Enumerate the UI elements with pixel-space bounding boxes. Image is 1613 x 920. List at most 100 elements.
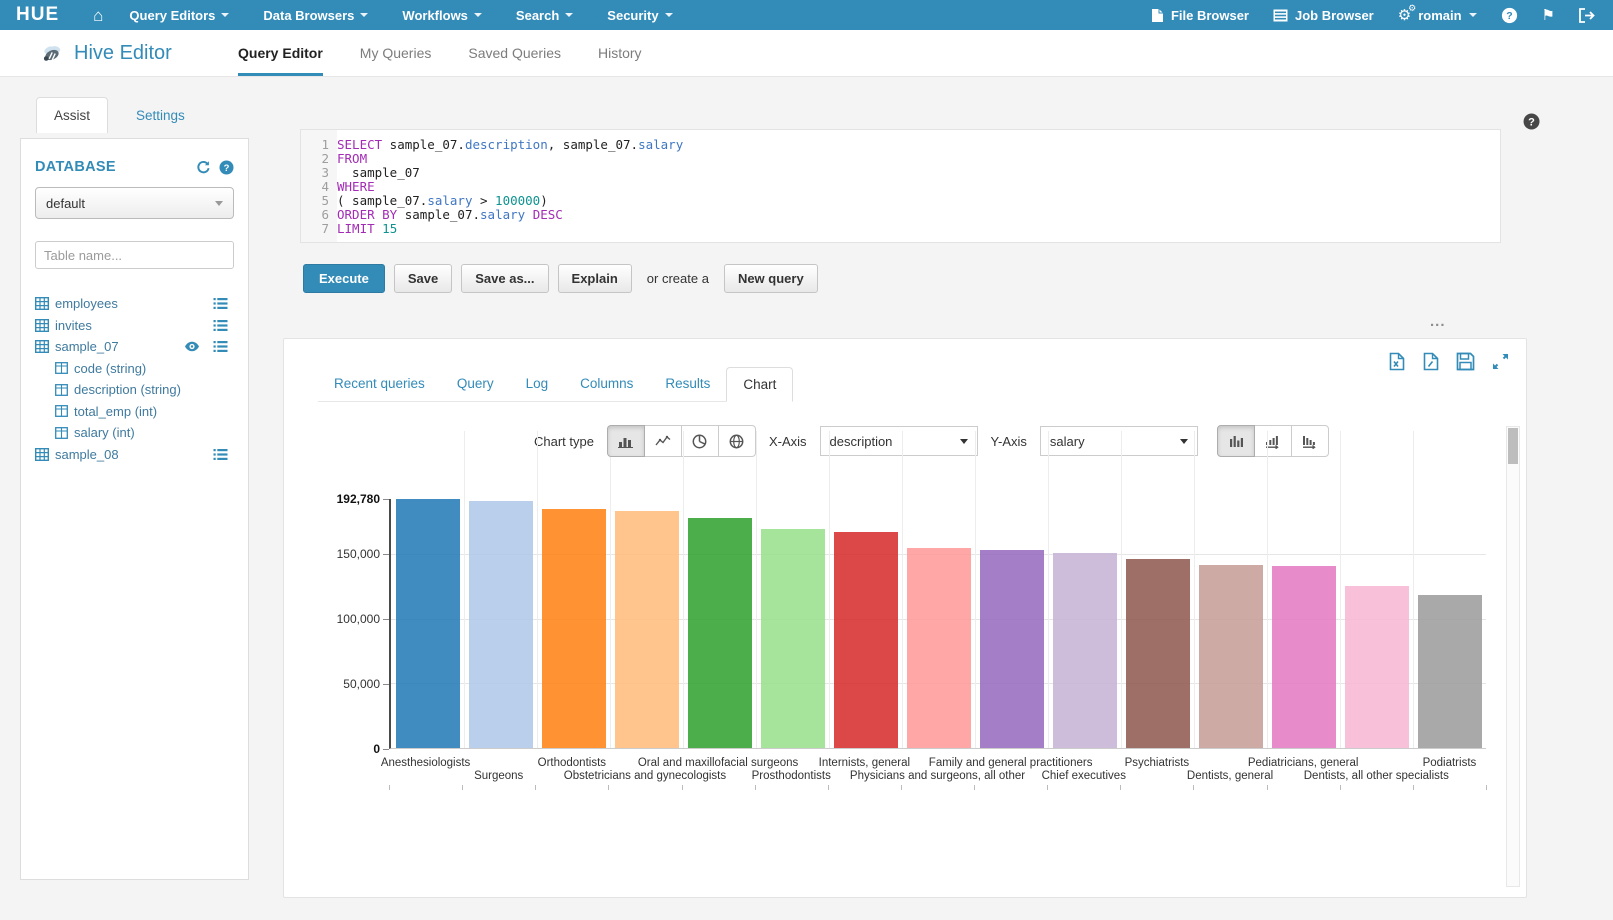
tab-query[interactable]: Query bbox=[441, 367, 510, 401]
code-line: 7LIMIT 15 bbox=[301, 222, 1500, 236]
file-browser-button[interactable]: File Browser bbox=[1151, 8, 1249, 23]
tab-saved-queries[interactable]: Saved Queries bbox=[468, 30, 561, 76]
tab-query-editor[interactable]: Query Editor bbox=[238, 30, 323, 76]
x-tick-mark bbox=[1340, 785, 1341, 790]
tab-settings[interactable]: Settings bbox=[108, 98, 185, 133]
download-excel-icon[interactable] bbox=[1388, 352, 1406, 371]
vertical-gridline bbox=[1121, 431, 1122, 748]
chevron-down-icon bbox=[960, 439, 968, 444]
column-row-salary-int[interactable]: salary (int) bbox=[35, 422, 234, 444]
nav-data-browsers[interactable]: Data Browsers bbox=[263, 8, 368, 23]
x-tick-label: Orthodontists bbox=[538, 757, 606, 769]
table-row-actions bbox=[213, 319, 234, 332]
vertical-gridline bbox=[902, 431, 903, 748]
table-row-invites[interactable]: invites bbox=[35, 315, 234, 337]
line-number: 3 bbox=[301, 166, 337, 180]
sign-out-button[interactable] bbox=[1579, 8, 1595, 23]
table-row-sample-08[interactable]: sample_08 bbox=[35, 444, 234, 466]
job-browser-button[interactable]: Job Browser bbox=[1273, 8, 1374, 23]
user-menu[interactable]: ⚙⚙ romain bbox=[1398, 6, 1477, 24]
code-text[interactable]: ORDER BY sample_07.salary DESC bbox=[337, 208, 563, 222]
preview-eye-icon[interactable] bbox=[184, 341, 200, 352]
sort-none-button[interactable] bbox=[1217, 425, 1255, 457]
y-axis-ticks: 192,780150,000100,00050,0000 bbox=[336, 499, 389, 749]
vertical-gridline bbox=[537, 431, 538, 748]
new-query-button[interactable]: New query bbox=[724, 264, 818, 293]
expand-icon[interactable] bbox=[1491, 352, 1510, 371]
bar-dentists-general bbox=[1199, 565, 1263, 749]
help-circle-icon[interactable]: ? bbox=[219, 160, 234, 175]
chart-scrollbar[interactable] bbox=[1506, 426, 1520, 887]
code-text[interactable]: sample_07 bbox=[337, 166, 420, 180]
column-row-total-emp-int[interactable]: total_emp (int) bbox=[35, 401, 234, 423]
chevron-down-icon bbox=[221, 13, 229, 17]
sort-desc-button[interactable] bbox=[1291, 425, 1329, 457]
scrollbar-thumb[interactable] bbox=[1508, 428, 1518, 464]
execute-button[interactable]: Execute bbox=[303, 264, 385, 293]
panel-resize-handle[interactable]: ... bbox=[1430, 313, 1446, 330]
tab-recent-queries[interactable]: Recent queries bbox=[318, 367, 441, 401]
x-axis-select[interactable]: description bbox=[820, 426, 978, 456]
vertical-gridline bbox=[756, 431, 757, 748]
tab-history[interactable]: History bbox=[598, 30, 642, 76]
chart-type-bars-button[interactable] bbox=[607, 425, 645, 457]
chart-type-pie-button[interactable] bbox=[681, 425, 719, 457]
chart-type-line-button[interactable] bbox=[644, 425, 682, 457]
svg-text:?: ? bbox=[224, 163, 230, 174]
tab-log[interactable]: Log bbox=[510, 367, 565, 401]
table-row-sample-07[interactable]: sample_07 bbox=[35, 336, 234, 358]
nav-workflows[interactable]: Workflows bbox=[402, 8, 482, 23]
refresh-icon[interactable] bbox=[196, 160, 211, 175]
table-row-employees[interactable]: employees bbox=[35, 293, 234, 315]
table-name: sample_08 bbox=[55, 447, 119, 462]
save-results-icon[interactable] bbox=[1456, 352, 1475, 371]
hue-logo[interactable]: HUE bbox=[16, 4, 59, 26]
help-button[interactable]: ? bbox=[1501, 7, 1518, 24]
home-icon[interactable]: ⌂ bbox=[93, 7, 103, 24]
editor-help-button[interactable]: ? bbox=[1523, 113, 1540, 130]
tab-chart[interactable]: Chart bbox=[726, 367, 793, 402]
table-row-actions bbox=[184, 340, 234, 353]
nav-query-editors[interactable]: Query Editors bbox=[129, 8, 229, 23]
code-text[interactable]: WHERE bbox=[337, 180, 375, 194]
code-text[interactable]: ( sample_07.salary > 100000) bbox=[337, 194, 548, 208]
nav-item-label: Security bbox=[607, 8, 658, 23]
column-row-description-string[interactable]: description (string) bbox=[35, 379, 234, 401]
database-select[interactable]: default bbox=[35, 187, 234, 219]
download-csv-icon[interactable] bbox=[1422, 352, 1440, 371]
table-icon bbox=[35, 340, 49, 353]
table-filter-input[interactable] bbox=[35, 241, 234, 269]
nav-security[interactable]: Security bbox=[607, 8, 672, 23]
x-tick-label: Physicians and surgeons, all other bbox=[850, 770, 1025, 782]
explain-button[interactable]: Explain bbox=[558, 264, 632, 293]
x-tick-label: Dentists, all other specialists bbox=[1304, 770, 1449, 782]
table-actions-icon[interactable] bbox=[213, 297, 228, 310]
vertical-gridline bbox=[1194, 431, 1195, 748]
help-icon: ? bbox=[1501, 7, 1518, 24]
tab-my-queries[interactable]: My Queries bbox=[360, 30, 432, 76]
feedback-button[interactable]: ⚑ bbox=[1542, 6, 1555, 24]
tab-columns[interactable]: Columns bbox=[564, 367, 649, 401]
sort-asc-button[interactable] bbox=[1254, 425, 1292, 457]
nav-search[interactable]: Search bbox=[516, 8, 573, 23]
y-axis-select[interactable]: salary bbox=[1040, 426, 1198, 456]
query-toolbar: Execute Save Save as... Explain or creat… bbox=[303, 264, 818, 293]
save-as-button[interactable]: Save as... bbox=[461, 264, 548, 293]
bar-internists-general bbox=[834, 532, 898, 748]
tab-assist[interactable]: Assist bbox=[36, 97, 108, 133]
table-actions-icon[interactable] bbox=[213, 448, 228, 461]
table-actions-icon[interactable] bbox=[213, 340, 228, 353]
table-actions-icon[interactable] bbox=[213, 319, 228, 332]
sql-editor[interactable]: 1SELECT sample_07.description, sample_07… bbox=[300, 129, 1501, 243]
code-text[interactable]: LIMIT 15 bbox=[337, 222, 397, 236]
column-row-code-string[interactable]: code (string) bbox=[35, 358, 234, 380]
result-tabs: Recent queriesQueryLogColumnsResultsChar… bbox=[318, 367, 793, 402]
code-text[interactable]: FROM bbox=[337, 152, 367, 166]
chart-type-map-button[interactable] bbox=[718, 425, 756, 457]
hive-editor-home[interactable]: Hive Editor bbox=[40, 41, 202, 65]
or-create-text: or create a bbox=[647, 271, 709, 286]
gears-icon: ⚙⚙ bbox=[1398, 6, 1411, 24]
save-button[interactable]: Save bbox=[394, 264, 452, 293]
code-text[interactable]: SELECT sample_07.description, sample_07.… bbox=[337, 138, 683, 152]
tab-results[interactable]: Results bbox=[649, 367, 726, 401]
